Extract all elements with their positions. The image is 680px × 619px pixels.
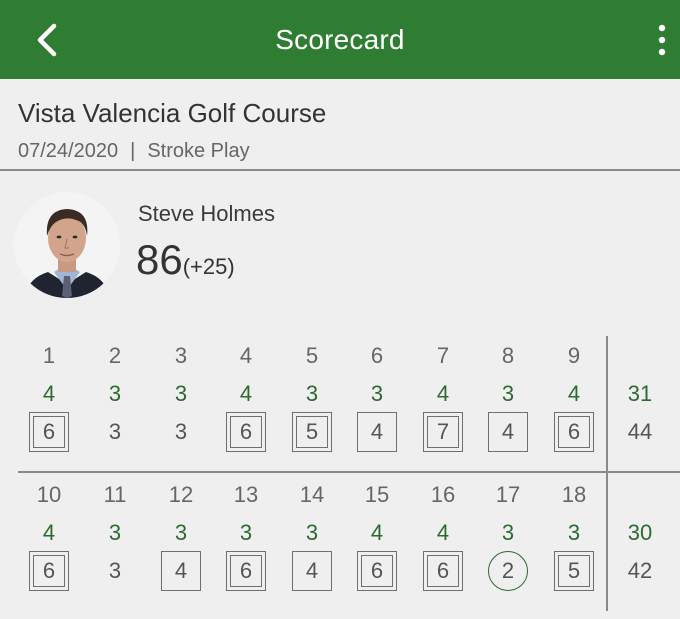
hole-score: 6 (42, 558, 56, 583)
nine-divider (18, 471, 680, 473)
hole-number: 9 (567, 343, 581, 368)
hole-par: 3 (370, 381, 384, 406)
hole-number: 13 (233, 482, 259, 507)
hole-par: 4 (42, 520, 56, 545)
subtotal-divider (606, 336, 608, 472)
hole-score: 7 (436, 419, 450, 444)
hole-number: 1 (42, 343, 56, 368)
hole-number: 8 (501, 343, 515, 368)
hole-score: 3 (108, 558, 122, 583)
hole-par: 3 (305, 381, 319, 406)
hole-par: 3 (108, 520, 122, 545)
hole-score: 6 (370, 558, 384, 583)
scorecard-grid: 1 4 6 2 3 3 3 3 3 4 4 6 5 3 5 6 3 4 7 4 7 8 3 4 9 4 6 31 44 10 4 6 11 3 3 1… (0, 0, 680, 619)
hole-score: 6 (42, 419, 56, 444)
hole-par: 4 (239, 381, 253, 406)
hole-par: 3 (174, 520, 188, 545)
hole-par: 3 (239, 520, 253, 545)
hole-par: 4 (436, 381, 450, 406)
hole-score: 4 (174, 558, 188, 583)
hole-number: 4 (239, 343, 253, 368)
hole-par: 4 (436, 520, 450, 545)
hole-number: 7 (436, 343, 450, 368)
hole-score: 6 (436, 558, 450, 583)
hole-score: 4 (305, 558, 319, 583)
subtotal-divider (606, 473, 608, 611)
hole-par: 3 (567, 520, 581, 545)
hole-number: 2 (108, 343, 122, 368)
hole-number: 11 (103, 482, 127, 507)
hole-par: 3 (501, 520, 515, 545)
hole-score: 3 (174, 419, 188, 444)
hole-par: 4 (567, 381, 581, 406)
hole-par: 3 (108, 381, 122, 406)
score-subtotal: 44 (627, 419, 653, 444)
hole-score: 6 (567, 419, 581, 444)
hole-par: 3 (174, 381, 188, 406)
hole-number: 6 (370, 343, 384, 368)
score-subtotal: 42 (627, 558, 653, 583)
hole-score: 4 (501, 419, 515, 444)
par-subtotal: 31 (627, 381, 653, 406)
hole-par: 4 (370, 520, 384, 545)
hole-number: 15 (364, 482, 390, 507)
hole-number: 12 (168, 482, 194, 507)
hole-score: 4 (370, 419, 384, 444)
hole-score: 5 (567, 558, 581, 583)
hole-number: 18 (561, 482, 587, 507)
hole-score: 6 (239, 558, 253, 583)
hole-number: 3 (174, 343, 188, 368)
hole-number: 17 (495, 482, 521, 507)
hole-par: 4 (42, 381, 56, 406)
par-subtotal: 30 (627, 520, 653, 545)
hole-number: 10 (36, 482, 62, 507)
hole-number: 5 (305, 343, 319, 368)
hole-number: 14 (299, 482, 325, 507)
hole-number: 16 (430, 482, 456, 507)
hole-par: 3 (501, 381, 515, 406)
hole-score: 3 (108, 419, 122, 444)
hole-score: 2 (501, 558, 515, 583)
hole-score: 6 (239, 419, 253, 444)
hole-par: 3 (305, 520, 319, 545)
hole-score: 5 (305, 419, 319, 444)
